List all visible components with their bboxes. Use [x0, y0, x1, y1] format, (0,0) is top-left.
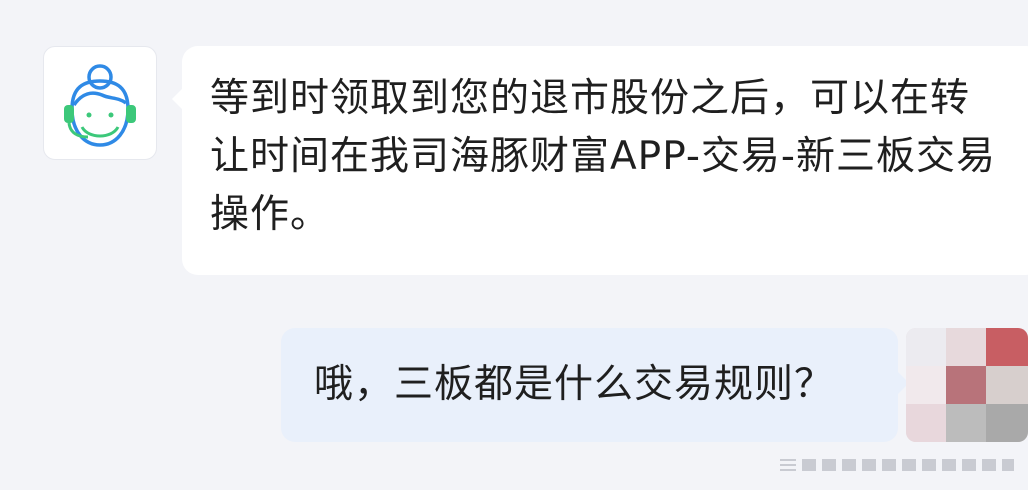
agent-message-text: 等到时领取到您的退市股份之后，可以在转让时间在我司海豚财富APP-交易-新三板交…: [210, 76, 997, 237]
customer-service-agent-icon: [64, 64, 136, 147]
user-avatar[interactable]: [906, 328, 1028, 442]
agent-message-bubble[interactable]: 等到时领取到您的退市股份之后，可以在转让时间在我司海豚财富APP-交易-新三板交…: [172, 46, 1028, 275]
user-message-bubble[interactable]: 哦，三板都是什么交易规则？: [281, 328, 909, 442]
watermark: [780, 456, 1015, 472]
user-message-text: 哦，三板都是什么交易规则？: [314, 362, 835, 407]
agent-avatar[interactable]: [43, 46, 157, 160]
